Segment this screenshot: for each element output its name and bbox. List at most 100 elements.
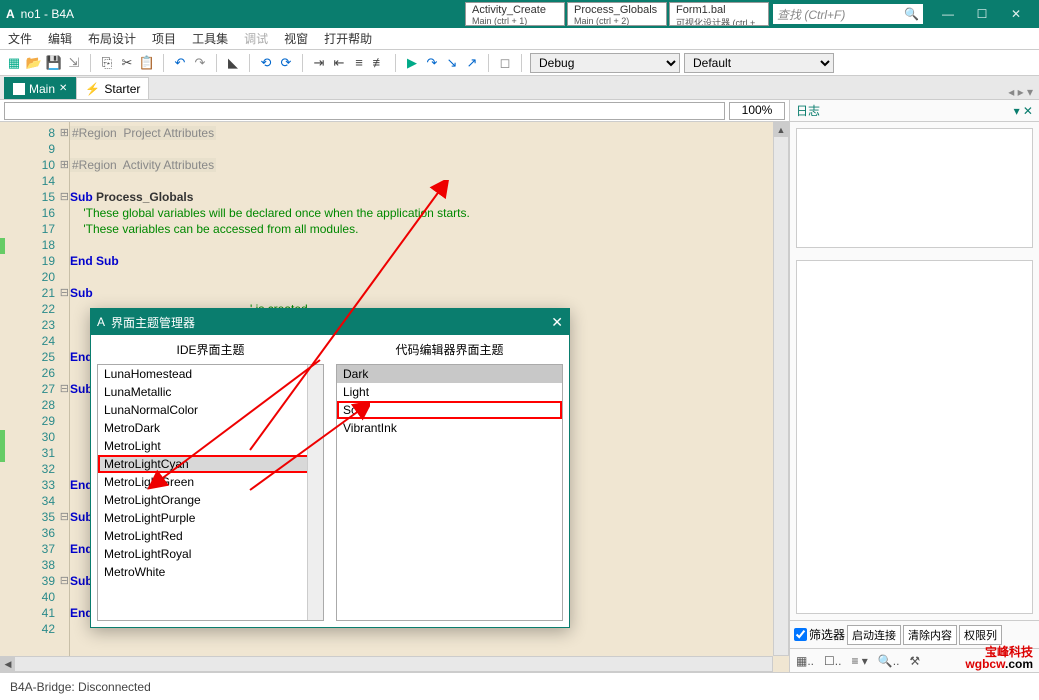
dialog-title: 界面主题管理器 <box>111 314 195 331</box>
menu-project[interactable]: 项目 <box>152 30 176 47</box>
copy-icon[interactable]: ⎘ <box>99 55 115 71</box>
quick-nav-tabs: Activity_CreateMain (ctrl + 1) Process_G… <box>465 2 769 26</box>
dialog-titlebar[interactable]: A 界面主题管理器 ✕ <box>91 309 569 335</box>
log-box-1 <box>796 128 1033 248</box>
menu-bar: 文件 编辑 布局设计 项目 工具集 调试 视窗 打开帮助 <box>0 28 1039 50</box>
list-item[interactable]: VibrantInk <box>337 419 562 437</box>
tab-starter[interactable]: ⚡Starter <box>76 77 149 99</box>
menu-tools[interactable]: 工具集 <box>192 30 228 47</box>
open-icon[interactable]: 📂 <box>26 55 42 71</box>
line-gutter: 891014 15161718 19202122 23242526 272829… <box>0 122 70 672</box>
v-scrollbar[interactable]: ▲ <box>773 122 789 656</box>
log-controls: 筛选器 启动连接 清除内容 权限列 <box>790 620 1039 648</box>
title-bar: A no1 - B4A Activity_CreateMain (ctrl + … <box>0 0 1039 28</box>
watermark: 宝峰科技 wgbcw.com <box>965 646 1033 670</box>
list-item[interactable]: MetroLightOrange <box>98 491 323 509</box>
menu-help[interactable]: 打开帮助 <box>324 30 372 47</box>
list-item[interactable]: MetroLightRoyal <box>98 545 323 563</box>
undo-icon[interactable]: ↶ <box>172 55 188 71</box>
list-item[interactable]: MetroWhite <box>98 563 323 581</box>
app-logo: A <box>97 315 105 329</box>
nav-bar: 100% <box>0 100 789 122</box>
outdent-icon[interactable]: ⇤ <box>331 55 347 71</box>
cut-icon[interactable]: ✂ <box>119 55 135 71</box>
list-item[interactable]: MetroLightCyan <box>98 455 323 473</box>
v-scrollbar[interactable] <box>307 365 323 620</box>
uncomment-icon[interactable]: ≢ <box>371 55 387 71</box>
pin-icon[interactable]: ▾ ✕ <box>1014 104 1033 118</box>
paste-icon[interactable]: 📋 <box>139 55 155 71</box>
fwd-icon[interactable]: ⟳ <box>278 55 294 71</box>
new-icon[interactable]: ▦ <box>6 55 22 71</box>
search-icon: 🔍 <box>904 7 919 21</box>
stop-icon[interactable]: ◻ <box>497 55 513 71</box>
window-title: no1 - B4A <box>21 7 74 21</box>
tab-main[interactable]: Main✕ <box>4 77 76 99</box>
comment-icon[interactable]: ≡ <box>351 55 367 71</box>
module-icon <box>13 83 25 95</box>
list-item[interactable]: Dark <box>337 365 562 383</box>
list-item[interactable]: LunaHomestead <box>98 365 323 383</box>
list-item[interactable]: Soft <box>337 401 562 419</box>
back-icon[interactable]: ⟲ <box>258 55 274 71</box>
clear-button[interactable]: 清除内容 <box>903 625 957 645</box>
status-bar: B4A-Bridge: Disconnected <box>0 672 1039 700</box>
list-item[interactable]: MetroLightRed <box>98 527 323 545</box>
maximize-button[interactable]: ☐ <box>965 0 999 28</box>
list-item[interactable]: MetroLightPurple <box>98 509 323 527</box>
list-item[interactable]: LunaMetallic <box>98 383 323 401</box>
grid-icon[interactable]: ▦.. <box>796 654 814 668</box>
list-item[interactable]: MetroLightGreen <box>98 473 323 491</box>
toolbar: ▦ 📂 💾 ⇲ ⎘ ✂ 📋 ↶ ↷ ◣ ⟲ ⟳ ⇥ ⇤ ≡ ≢ ▶ ↷ ↘ ↗ … <box>0 50 1039 76</box>
step-out-icon[interactable]: ↗ <box>464 55 480 71</box>
redo-icon[interactable]: ↷ <box>192 55 208 71</box>
menu-designer[interactable]: 布局设计 <box>88 30 136 47</box>
ide-theme-list[interactable]: LunaHomestead LunaMetallic LunaNormalCol… <box>97 364 324 621</box>
code-theme-list[interactable]: Dark Light Soft VibrantInk <box>336 364 563 621</box>
indent-icon[interactable]: ⇥ <box>311 55 327 71</box>
step-into-icon[interactable]: ↘ <box>444 55 460 71</box>
tab-scroll[interactable]: ◂ ▸ ▾ <box>1002 85 1039 99</box>
step-over-icon[interactable]: ↷ <box>424 55 440 71</box>
export-icon[interactable]: ⇲ <box>66 55 82 71</box>
search-box[interactable]: 查找 (Ctrl+F)🔍 <box>773 4 923 24</box>
log-title: 日志▾ ✕ <box>790 100 1039 122</box>
h-scrollbar[interactable]: ◀ <box>0 656 773 672</box>
build-config[interactable]: Debug <box>530 53 680 73</box>
close-button[interactable]: ✕ <box>999 0 1033 28</box>
tool-icon[interactable]: ⚒ <box>909 654 920 668</box>
search-icon[interactable]: 🔍.. <box>878 654 900 668</box>
menu-file[interactable]: 文件 <box>8 30 32 47</box>
app-logo: A <box>6 7 15 21</box>
close-icon[interactable]: ✕ <box>551 314 563 331</box>
quicknav-tab[interactable]: Activity_CreateMain (ctrl + 1) <box>465 2 565 26</box>
connect-button[interactable]: 启动连接 <box>847 625 901 645</box>
box-icon[interactable]: ☐.. <box>824 654 841 668</box>
perm-button[interactable]: 权限列 <box>959 625 1002 645</box>
list-item[interactable]: MetroLight <box>98 437 323 455</box>
quicknav-tab[interactable]: Form1.bal可视化设计器 (ctrl + <box>669 2 769 26</box>
run-icon[interactable]: ▶ <box>404 55 420 71</box>
log-panel: 日志▾ ✕ 筛选器 启动连接 清除内容 权限列 ▦.. ☐.. ≡ ▾ 🔍.. … <box>789 100 1039 672</box>
list-item[interactable]: MetroDark <box>98 419 323 437</box>
bolt-icon: ⚡ <box>85 82 100 96</box>
menu-windows[interactable]: 视窗 <box>284 30 308 47</box>
close-icon[interactable]: ✕ <box>59 83 67 94</box>
filter-checkbox[interactable]: 筛选器 <box>794 626 845 643</box>
quicknav-tab[interactable]: Process_GlobalsMain (ctrl + 2) <box>567 2 667 26</box>
minimize-button[interactable]: — <box>931 0 965 28</box>
zoom-combo[interactable]: 100% <box>729 102 785 120</box>
save-icon[interactable]: 💾 <box>46 55 62 71</box>
list-item[interactable]: Light <box>337 383 562 401</box>
target-device[interactable]: Default <box>684 53 834 73</box>
list-item[interactable]: LunaNormalColor <box>98 401 323 419</box>
menu-debug[interactable]: 调试 <box>244 30 268 47</box>
theme-dialog: A 界面主题管理器 ✕ IDE界面主题 LunaHomestead LunaMe… <box>90 308 570 628</box>
menu-edit[interactable]: 编辑 <box>48 30 72 47</box>
file-tabs: Main✕ ⚡Starter ◂ ▸ ▾ <box>0 76 1039 100</box>
bookmark-icon[interactable]: ◣ <box>225 55 241 71</box>
ide-theme-label: IDE界面主题 <box>97 341 324 358</box>
member-combo[interactable] <box>4 102 725 120</box>
list-icon[interactable]: ≡ ▾ <box>851 654 867 668</box>
log-box-2 <box>796 260 1033 615</box>
